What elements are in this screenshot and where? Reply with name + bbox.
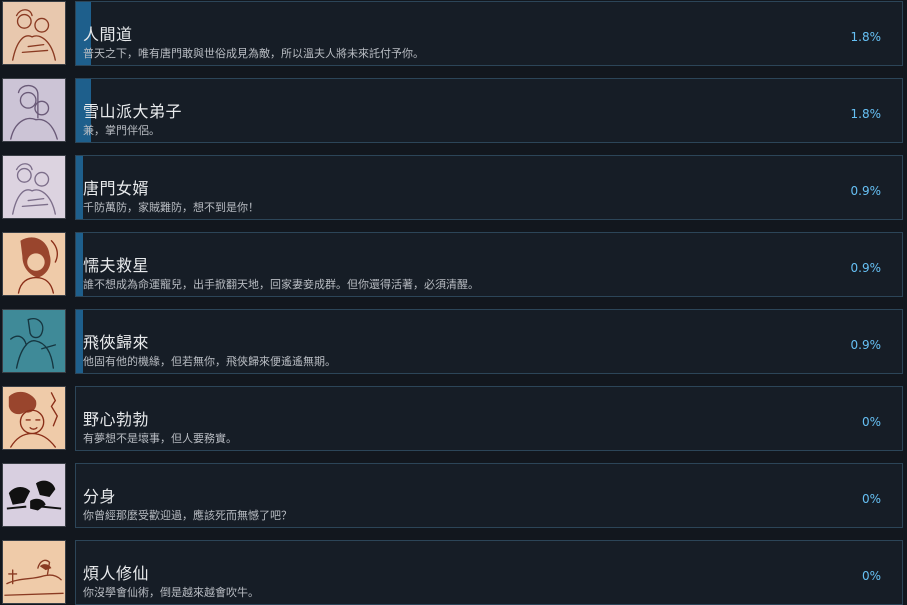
unlock-percent: 0%: [861, 569, 881, 583]
achievement-title: 野心勃勃: [83, 410, 150, 429]
achievement-panel: 煩人修仙你沒學會仙術，倒是越來越會吹牛。 0%: [75, 540, 903, 605]
achievement-panel: 唐門女婿千防萬防，家賊難防，想不到是你！ 0.9%: [75, 155, 903, 220]
unlock-percent-bar: [76, 233, 83, 296]
unlock-percent: 0.9%: [850, 261, 882, 275]
achievement-title: 懦夫救星: [83, 256, 150, 275]
sketch-scene-icon: [2, 540, 66, 604]
ink-figures-icon: [2, 463, 66, 527]
unlock-percent: 0%: [861, 415, 881, 429]
achievement-row: 懦夫救星誰不想成為命運寵兒，出手掀翻天地，回家妻妾成群。但你還得活著，必須清醒。…: [0, 232, 907, 298]
achievement-description: 你曾經那麼受歡迎過，應該死而無憾了吧？: [83, 509, 292, 522]
sketch-figure-icon: [2, 309, 66, 373]
achievement-description: 普天之下，唯有唐門敢與世俗成見為敵，所以溫夫人將未來託付予你。: [83, 47, 424, 60]
achievement-title: 唐門女婿: [83, 179, 150, 198]
achievement-row: 分身你曾經那麼受歡迎過，應該死而無憾了吧？ 0%: [0, 463, 907, 529]
achievement-description: 你沒學會仙術，倒是越來越會吹牛。: [83, 586, 259, 599]
sketch-woman-icon: [2, 232, 66, 296]
achievement-panel: 分身你曾經那麼受歡迎過，應該死而無憾了吧？ 0%: [75, 463, 903, 528]
achievement-title: 人間道: [83, 25, 133, 44]
unlock-percent: 0.9%: [850, 338, 882, 352]
sketch-face-icon: [2, 386, 66, 450]
achievement-row: 野心勃勃有夢想不是壞事，但人要務實。 0%: [0, 386, 907, 452]
unlock-percent-bar: [76, 156, 83, 219]
achievement-list: 人間道 普天之下，唯有唐門敢與世俗成見為敵，所以溫夫人將未來託付予你。 1.8% 雪山…: [0, 0, 907, 605]
achievement-panel: 飛俠歸來他固有他的機緣，但若無你，飛俠歸來便遙遙無期。 0.9%: [75, 309, 903, 374]
achievement-row: 雪山派大弟子兼，掌門伴侶。 1.8%: [0, 78, 907, 144]
achievement-row: 飛俠歸來他固有他的機緣，但若無你，飛俠歸來便遙遙無期。 0.9%: [0, 309, 907, 375]
achievement-description: 他固有他的機緣，但若無你，飛俠歸來便遙遙無期。: [83, 355, 336, 368]
achievement-description: 千防萬防，家賊難防，想不到是你！: [83, 201, 259, 214]
sketch-embrace-icon: [2, 78, 66, 142]
unlock-percent: 1.8%: [850, 107, 882, 121]
achievement-panel: 雪山派大弟子兼，掌門伴侶。 1.8%: [75, 78, 903, 143]
achievement-description: 誰不想成為命運寵兒，出手掀翻天地，回家妻妾成群。但你還得活著，必須清醒。: [83, 278, 479, 291]
achievement-panel: 人間道普天之下，唯有唐門敢與世俗成見為敵，所以溫夫人將未來託付予你。 1.8%: [75, 1, 903, 66]
achievement-title: 煩人修仙: [83, 564, 150, 583]
unlock-percent: 1.8%: [850, 30, 882, 44]
achievement-title: 分身: [83, 487, 117, 506]
achievement-description: 有夢想不是壞事，但人要務實。: [83, 432, 237, 445]
unlock-percent: 0%: [861, 492, 881, 506]
achievement-panel: 野心勃勃有夢想不是壞事，但人要務實。 0%: [75, 386, 903, 451]
achievement-panel: 懦夫救星誰不想成為命運寵兒，出手掀翻天地，回家妻妾成群。但你還得活著，必須清醒。…: [75, 232, 903, 297]
achievement-title: 飛俠歸來: [83, 333, 150, 352]
achievement-title: 雪山派大弟子: [83, 102, 183, 121]
achievement-row: 煩人修仙你沒學會仙術，倒是越來越會吹牛。 0%: [0, 540, 907, 605]
sketch-couple-icon: [2, 155, 66, 219]
unlock-percent-bar: [76, 310, 83, 373]
achievement-description: 兼，掌門伴侶。: [83, 124, 160, 137]
achievement-row: 唐門女婿千防萬防，家賊難防，想不到是你！ 0.9%: [0, 155, 907, 221]
achievement-row: 人間道普天之下，唯有唐門敢與世俗成見為敵，所以溫夫人將未來託付予你。 1.8%: [0, 1, 907, 67]
unlock-percent: 0.9%: [850, 184, 882, 198]
sketch-couple-icon: [2, 1, 66, 65]
